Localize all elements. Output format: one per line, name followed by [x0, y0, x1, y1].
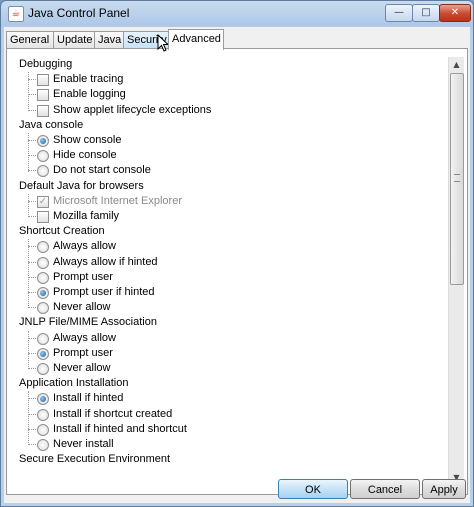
grip-icon [454, 174, 460, 182]
tree-connector [28, 140, 36, 141]
tree-connector [28, 307, 36, 309]
settings-category: Debugging [19, 58, 73, 70]
radio-icon[interactable] [37, 271, 49, 284]
checkbox-icon[interactable] [37, 104, 49, 117]
setting-option-label: Prompt user [53, 270, 113, 283]
tree-connector [28, 292, 36, 293]
tab-advanced[interactable]: Advanced [168, 29, 224, 50]
setting-option-label: Prompt user if hinted [53, 286, 155, 298]
radio-selected-icon[interactable] [37, 287, 49, 299]
setting-option-label: Enable tracing [53, 73, 124, 86]
settings-category: Application Installation [19, 377, 129, 390]
radio-selected-icon[interactable] [37, 393, 49, 406]
radio-icon[interactable] [37, 439, 49, 451]
radio-icon[interactable] [37, 241, 49, 254]
tree-connector [28, 155, 36, 157]
radio-selected-icon[interactable] [37, 135, 49, 147]
radio-icon[interactable] [37, 423, 49, 436]
setting-option-label: Install if hinted and shortcut [53, 422, 187, 435]
settings-category: Default Java for browsers [19, 179, 144, 192]
tree-connector [28, 170, 36, 172]
checkbox-icon[interactable] [37, 74, 49, 87]
tree-connector [28, 368, 36, 369]
advanced-settings-panel: Debugging Enable tracing Enable logging Sho… [6, 48, 468, 495]
window-title: Java Control Panel [28, 6, 130, 20]
tree-connector [28, 72, 29, 111]
java-app-icon: ☕ [8, 6, 24, 22]
tree-connector [28, 246, 36, 248]
setting-option-label: Prompt user [53, 346, 113, 359]
tab-update[interactable]: Update [53, 31, 99, 48]
setting-option-label: Do not start console [53, 164, 151, 177]
tree-connector [28, 413, 36, 415]
tree-connector [28, 109, 36, 111]
setting-option-label: Microsoft Internet Explorer [53, 194, 182, 207]
radio-selected-icon[interactable] [37, 347, 49, 360]
setting-option-label: Never install [53, 438, 114, 450]
radio-icon[interactable] [37, 256, 49, 269]
setting-option-label: Enable logging [53, 88, 126, 101]
setting-option-label: Always allow [53, 331, 116, 344]
tree-connector [28, 391, 29, 446]
setting-option-label: Never allow [53, 362, 111, 374]
cancel-button[interactable]: Cancel [350, 479, 420, 499]
scroll-up-arrow-icon[interactable]: ▲ [449, 57, 464, 72]
radio-icon[interactable] [37, 165, 49, 178]
client-area: General Update Java Security Advanced De… [4, 27, 470, 503]
tab-general[interactable]: General [6, 31, 54, 48]
tree-connector [28, 79, 36, 81]
tree-connector [28, 200, 36, 202]
tree-connector [28, 94, 36, 96]
settings-category: Java console [19, 118, 84, 131]
tree-connector [28, 216, 36, 217]
tree-connector [28, 352, 36, 354]
setting-option-label: Install if hinted [53, 392, 124, 405]
settings-category: Secure Execution Environment [19, 453, 171, 466]
apply-button[interactable]: Apply [422, 479, 466, 499]
radio-icon[interactable] [37, 302, 49, 315]
setting-option-label: Mozilla family [53, 210, 120, 222]
tree-connector [28, 330, 29, 370]
scrollbar-thumb[interactable] [450, 73, 464, 285]
minimize-button[interactable]: — [385, 4, 413, 22]
setting-option-label: Show applet lifecycle exceptions [53, 103, 212, 116]
setting-option-label: Always allow if hinted [53, 255, 158, 268]
setting-option-label: Show console [53, 134, 122, 146]
settings-tree: Debugging Enable tracing Enable logging Sho… [15, 57, 449, 489]
radio-icon[interactable] [37, 363, 49, 375]
checkbox-icon[interactable] [37, 211, 49, 223]
setting-option-label: Install if shortcut created [53, 407, 173, 420]
vertical-scrollbar[interactable]: ▲ ▼ [448, 57, 464, 485]
setting-option-label: Never allow [53, 301, 111, 314]
close-button[interactable]: ✕ [439, 4, 471, 22]
tree-connector [28, 261, 36, 263]
maximize-button[interactable]: □ [412, 4, 440, 22]
title-bar[interactable]: ☕ Java Control Panel — □ ✕ [1, 1, 473, 27]
tree-connector [28, 337, 36, 339]
tree-connector [28, 276, 36, 278]
settings-category: JNLP File/MIME Association [19, 316, 157, 329]
radio-icon[interactable] [37, 408, 49, 421]
tree-connector [28, 398, 36, 400]
tree-connector [28, 428, 36, 430]
settings-category: Shortcut Creation [19, 225, 105, 238]
setting-option-label: Hide console [53, 149, 117, 162]
tree-connector [28, 239, 29, 309]
dialog-footer: OK Cancel Apply [4, 475, 470, 503]
ok-button[interactable]: OK [278, 479, 348, 499]
tree-connector [28, 193, 29, 218]
java-control-panel-window: ☕ Java Control Panel — □ ✕ General Updat… [0, 0, 474, 507]
checkbox-checked-icon: ✓ [37, 195, 49, 208]
setting-option-label: Always allow [53, 240, 116, 253]
tree-connector [28, 444, 36, 445]
tab-security[interactable]: Security [123, 31, 173, 48]
checkbox-icon[interactable] [37, 89, 49, 102]
radio-icon[interactable] [37, 332, 49, 345]
radio-icon[interactable] [37, 150, 49, 163]
tree-connector [28, 133, 29, 172]
